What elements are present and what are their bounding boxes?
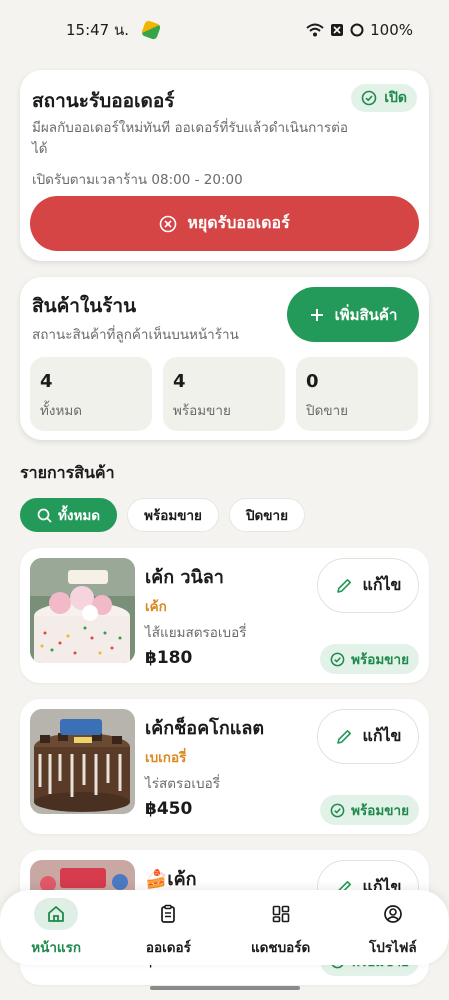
stat-available-label: พร้อมขาย: [173, 403, 231, 419]
product-category: เบเกอรี่: [145, 750, 187, 766]
products-subtitle: สถานะสินค้าที่ลูกค้าเห็นบนหน้าร้าน: [32, 327, 239, 343]
home-indicator[interactable]: [150, 986, 300, 990]
products-title: สินค้าในร้าน: [32, 295, 137, 317]
filter-chip-available-label: พร้อมขาย: [144, 508, 202, 524]
filter-chip-all-label: ทั้งหมด: [58, 508, 101, 524]
product-image: [30, 558, 135, 663]
product-status-label: พร้อมขาย: [351, 652, 409, 668]
order-status-card: สถานะรับออเดอร์ เปิด มีผลกับออเดอร์ใหม่ท…: [20, 70, 429, 261]
check-circle-icon: [361, 90, 377, 106]
clipboard-icon: [161, 904, 176, 923]
no-sim-icon: [331, 24, 344, 36]
profile-icon-wrap: [371, 898, 415, 930]
nav-item-home[interactable]: หน้าแรก: [0, 890, 112, 965]
dashboard-icon: [272, 905, 289, 922]
stop-orders-label: หยุดรับออเดอร์: [187, 213, 290, 232]
nav-item-profile[interactable]: โปรไฟล์: [337, 890, 449, 965]
cancel-circle-icon: [160, 215, 177, 232]
app-notification-icon: [140, 19, 162, 41]
product-name: 🍰เค้ก: [145, 869, 197, 890]
status-time: 15:47 น.: [66, 21, 130, 39]
nav-item-dashboard[interactable]: แดชบอร์ด: [225, 890, 337, 965]
stat-available-value: 4: [173, 371, 186, 392]
stat-total-label: ทั้งหมด: [40, 403, 83, 419]
edit-product-button[interactable]: แก้ไข: [317, 558, 419, 613]
product-description: ไร่สตรอเบอรี่: [145, 776, 220, 792]
stat-closed-value: 0: [306, 371, 319, 392]
product-price: ฿450: [145, 799, 193, 819]
order-status-description: มีผลกับออเดอร์ใหม่ทันที ออเดอร์ที่รับแล้…: [32, 120, 349, 157]
profile-icon: [384, 904, 402, 923]
dashboard-icon-wrap: [259, 898, 303, 930]
edit-product-label: แก้ไข: [362, 726, 402, 745]
home-icon: [48, 905, 65, 922]
nav-item-dashboard-label: แดชบอร์ด: [250, 939, 311, 956]
product-image: [30, 709, 135, 814]
stop-orders-button[interactable]: หยุดรับออเดอร์: [30, 196, 419, 251]
product-category: เค้ก: [145, 599, 167, 615]
product-name: เค้ก วนิลา: [145, 567, 224, 588]
filter-chip-closed[interactable]: ปิดขาย: [228, 498, 306, 532]
clipboard-icon-wrap: [146, 898, 190, 930]
add-product-button[interactable]: เพิ่มสินค้า: [287, 287, 419, 342]
edit-product-label: แก้ไข: [362, 575, 402, 594]
pencil-icon: [336, 578, 351, 593]
open-status-label: เปิด: [384, 90, 407, 106]
nav-item-home-label: หน้าแรก: [31, 939, 82, 956]
product-name: เค้กช็อคโกแลต: [145, 718, 265, 739]
check-circle-icon: [330, 803, 345, 817]
filter-chip-available[interactable]: พร้อมขาย: [127, 498, 219, 532]
stat-closed: 0 ปิดขาย: [296, 357, 418, 431]
add-product-label: เพิ่มสินค้า: [334, 305, 398, 324]
product-status-badge: พร้อมขาย: [320, 795, 419, 825]
battery-level: 100%: [370, 21, 413, 39]
stat-total-value: 4: [40, 371, 53, 392]
product-description: ไส้แยมสตรอเบอรี่: [145, 625, 247, 641]
product-price: ฿180: [145, 648, 193, 668]
check-circle-icon: [330, 652, 345, 666]
stat-total: 4 ทั้งหมด: [30, 357, 152, 431]
product-card[interactable]: เค้กช็อคโกแลต เบเกอรี่ ไร่สตรอเบอรี่ ฿45…: [20, 699, 429, 834]
filter-chip-closed-label: ปิดขาย: [245, 508, 289, 524]
order-status-title: สถานะรับออเดอร์: [32, 90, 175, 112]
product-status-badge: พร้อมขาย: [320, 644, 419, 674]
nav-item-orders[interactable]: ออเดอร์: [112, 890, 224, 965]
status-bar: 15:47 น. 100%: [0, 0, 449, 60]
bottom-navigation: หน้าแรก ออเดอร์ แดชบอร์ด โปรไฟล์: [0, 890, 449, 965]
stat-closed-label: ปิดขาย: [306, 403, 349, 419]
battery-icon: [350, 23, 364, 37]
products-summary-card: สินค้าในร้าน สถานะสินค้าที่ลูกค้าเห็นบนห…: [20, 277, 429, 440]
search-icon: [37, 508, 52, 523]
nav-item-orders-label: ออเดอร์: [145, 939, 191, 956]
stat-available: 4 พร้อมขาย: [163, 357, 285, 431]
nav-item-profile-label: โปรไฟล์: [369, 939, 417, 956]
product-card[interactable]: เค้ก วนิลา เค้ก ไส้แยมสตรอเบอรี่ ฿180 แก…: [20, 548, 429, 683]
pencil-icon: [336, 729, 351, 744]
filter-bar: ทั้งหมด พร้อมขาย ปิดขาย: [20, 498, 306, 532]
product-status-label: พร้อมขาย: [351, 803, 409, 819]
status-icons: 100%: [306, 21, 413, 39]
wifi-icon: [306, 23, 324, 37]
store-hours: เปิดรับตามเวลาร้าน 08:00 - 20:00: [32, 172, 243, 188]
filter-chip-all[interactable]: ทั้งหมด: [20, 498, 118, 532]
edit-product-button[interactable]: แก้ไข: [317, 709, 419, 764]
plus-icon: [310, 308, 323, 321]
open-status-badge: เปิด: [351, 84, 417, 112]
home-icon-wrap: [34, 897, 79, 930]
product-list-title: รายการสินค้า: [20, 463, 115, 482]
